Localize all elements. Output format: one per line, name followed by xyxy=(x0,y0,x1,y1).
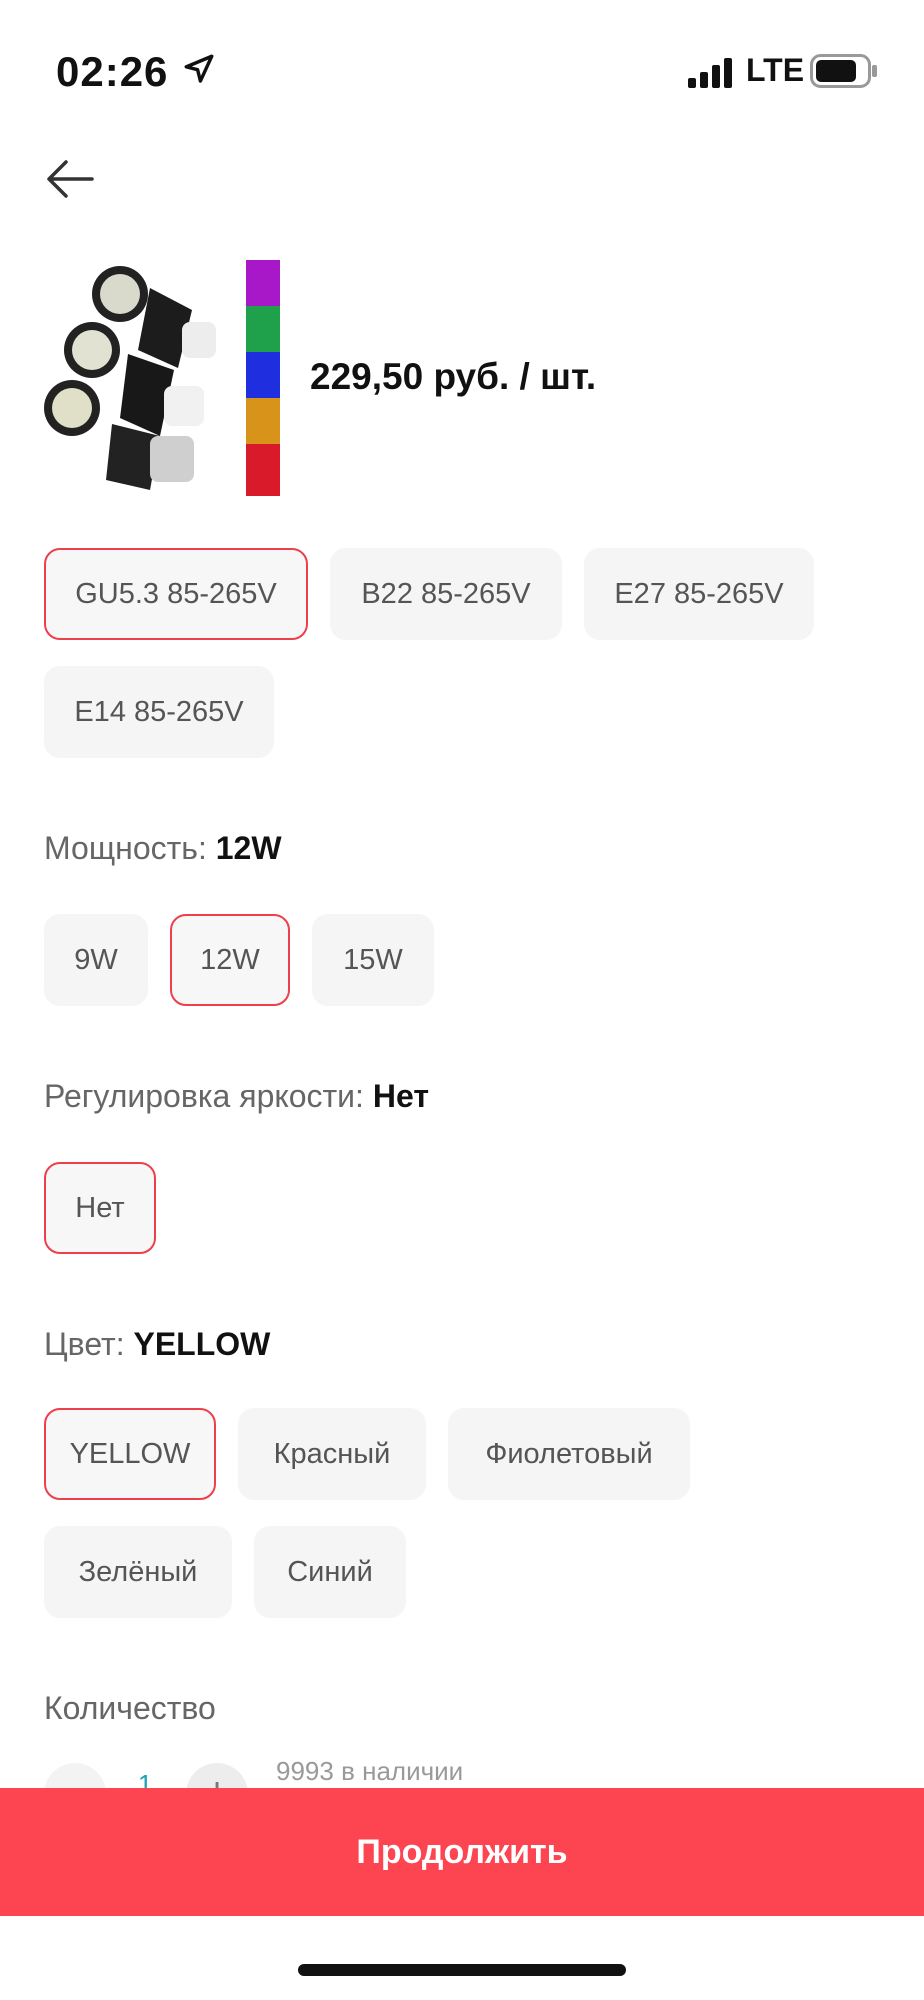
power-section-label: Мощность: 12W xyxy=(44,830,282,867)
status-time: 02:26 xyxy=(56,48,169,95)
dimming-value: Нет xyxy=(372,1078,429,1114)
option-dimming-no[interactable]: Нет xyxy=(44,1162,156,1254)
option-color-yellow[interactable]: YELLOW xyxy=(44,1408,216,1500)
product-image[interactable] xyxy=(42,258,282,498)
option-socket-gu53[interactable]: GU5.3 85-265V xyxy=(44,548,308,640)
network-type: LTE xyxy=(746,52,805,88)
status-bar: 02:26 LTE xyxy=(0,0,924,140)
option-socket-e27[interactable]: E27 85-265V xyxy=(584,548,814,640)
option-power-15w[interactable]: 15W xyxy=(312,914,434,1006)
option-color-purple[interactable]: Фиолетовый xyxy=(448,1408,690,1500)
dimming-label: Регулировка яркости: xyxy=(44,1078,364,1114)
option-power-12w[interactable]: 12W xyxy=(170,914,290,1006)
battery-icon xyxy=(810,54,877,88)
quantity-label: Количество xyxy=(44,1690,216,1726)
option-color-blue[interactable]: Синий xyxy=(254,1526,406,1618)
dimming-section-label: Регулировка яркости: Нет xyxy=(44,1078,429,1115)
color-label: Цвет: xyxy=(44,1326,125,1362)
location-arrow-icon xyxy=(184,54,214,83)
signal-bars-icon xyxy=(688,58,732,88)
option-color-green[interactable]: Зелёный xyxy=(44,1526,232,1618)
power-value: 12W xyxy=(215,830,282,866)
option-socket-e14[interactable]: E14 85-265V xyxy=(44,666,274,758)
option-socket-b22[interactable]: B22 85-265V xyxy=(330,548,562,640)
option-power-9w[interactable]: 9W xyxy=(44,914,148,1006)
stock-count: 9993 в наличии xyxy=(276,1756,464,1786)
product-price: 229,50 руб. / шт. xyxy=(310,356,597,397)
power-label: Мощность: xyxy=(44,830,207,866)
continue-button[interactable]: Продолжить xyxy=(0,1788,924,1916)
home-indicator xyxy=(298,1964,626,1976)
color-section-label: Цвет: YELLOW xyxy=(44,1326,270,1363)
color-value: YELLOW xyxy=(133,1326,271,1362)
back-arrow-icon[interactable] xyxy=(40,150,100,210)
option-color-red[interactable]: Красный xyxy=(238,1408,426,1500)
